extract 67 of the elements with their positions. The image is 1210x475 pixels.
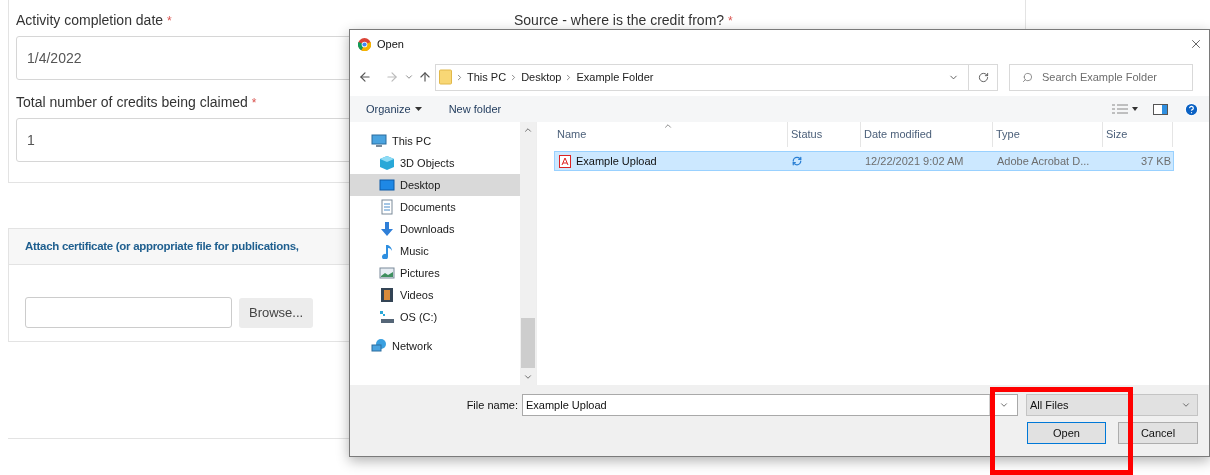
breadcrumb-item[interactable]: Example Folder — [576, 68, 654, 86]
column-header[interactable]: Date modified — [861, 122, 993, 147]
browse-button[interactable]: Browse... — [239, 297, 314, 328]
file-type: Adobe Acrobat D... — [996, 153, 1091, 169]
drive-icon — [379, 309, 395, 325]
film-icon — [379, 287, 395, 303]
sort-caret-icon — [663, 121, 673, 131]
network-icon — [371, 338, 387, 354]
file-size: 37 KB — [1140, 153, 1171, 169]
cube-icon — [379, 155, 395, 171]
new-folder-button[interactable]: New folder — [448, 100, 502, 118]
download-arrow-icon — [379, 221, 395, 237]
pdf-file-icon — [559, 154, 571, 168]
computer-icon — [371, 133, 387, 149]
nav-item[interactable]: Downloads — [350, 218, 520, 240]
address-bar[interactable]: This PC Desktop Example Folder — [435, 63, 998, 91]
preview-pane-icon[interactable] — [1153, 103, 1168, 115]
nav-item[interactable]: Network — [350, 335, 520, 357]
picture-icon — [379, 265, 395, 281]
music-note-icon — [379, 243, 395, 259]
search-icon — [1022, 71, 1033, 83]
file-name-field[interactable]: Example Upload — [522, 394, 1018, 416]
scrollbar[interactable] — [520, 122, 536, 385]
dropdown-chevron-icon[interactable] — [998, 400, 1009, 410]
caret-icon — [414, 107, 422, 111]
nav-item[interactable]: Videos — [350, 284, 520, 306]
file-path-field[interactable] — [25, 297, 232, 328]
folder-icon — [439, 69, 452, 85]
column-header[interactable]: Type — [993, 122, 1103, 147]
file-name-label: File name: — [465, 397, 518, 413]
nav-item[interactable]: Desktop — [350, 174, 520, 196]
up-arrow-icon[interactable] — [418, 70, 432, 84]
field-label: Total number of credits being claimed * — [16, 93, 257, 112]
file-type-select[interactable]: All Files — [1026, 394, 1198, 416]
column-header[interactable]: Name — [554, 122, 788, 147]
search-field[interactable]: Search Example Folder — [1009, 63, 1193, 91]
recent-locations-icon[interactable] — [404, 72, 414, 82]
scroll-up-icon[interactable] — [523, 125, 533, 135]
column-header[interactable]: Size — [1103, 122, 1173, 147]
panel-title: Attach certificate (or appropriate file for publications, — [25, 238, 299, 254]
close-icon[interactable] — [1189, 37, 1203, 51]
dialog-title: Open — [377, 36, 404, 52]
open-button[interactable]: Open — [1027, 422, 1106, 444]
file-name: Example Upload — [576, 153, 657, 169]
help-icon[interactable] — [1184, 101, 1199, 117]
column-header[interactable]: Status — [788, 122, 861, 147]
field-label: Source - where is the credit from? * — [514, 11, 733, 30]
scroll-down-icon[interactable] — [523, 372, 533, 382]
nav-item[interactable]: Documents — [350, 196, 520, 218]
monitor-icon — [379, 177, 395, 193]
breadcrumb-item[interactable]: Desktop — [521, 68, 562, 86]
file-row[interactable]: Example Upload 12/22/2021 9:02 AM Adobe Acrobat D... 37 KB — [554, 151, 1174, 171]
view-options-icon[interactable] — [1112, 104, 1138, 114]
date-modified: 12/22/2021 9:02 AM — [864, 153, 965, 169]
field-label: Activity completion date * — [16, 11, 172, 30]
nav-item[interactable]: Music — [350, 240, 520, 262]
sync-status-icon — [792, 156, 802, 166]
cancel-button[interactable]: Cancel — [1118, 422, 1198, 444]
document-icon — [379, 199, 395, 215]
dropdown-chevron-icon — [1181, 400, 1191, 410]
refresh-icon — [977, 71, 989, 83]
browser-logo-icon — [358, 37, 371, 51]
breadcrumb-separator-icon — [455, 72, 464, 82]
nav-item[interactable]: OS (C:) — [350, 306, 520, 328]
scrollbar-thumb[interactable] — [521, 318, 535, 368]
nav-item[interactable]: Pictures — [350, 262, 520, 284]
organize-menu[interactable]: Organize — [366, 100, 422, 118]
